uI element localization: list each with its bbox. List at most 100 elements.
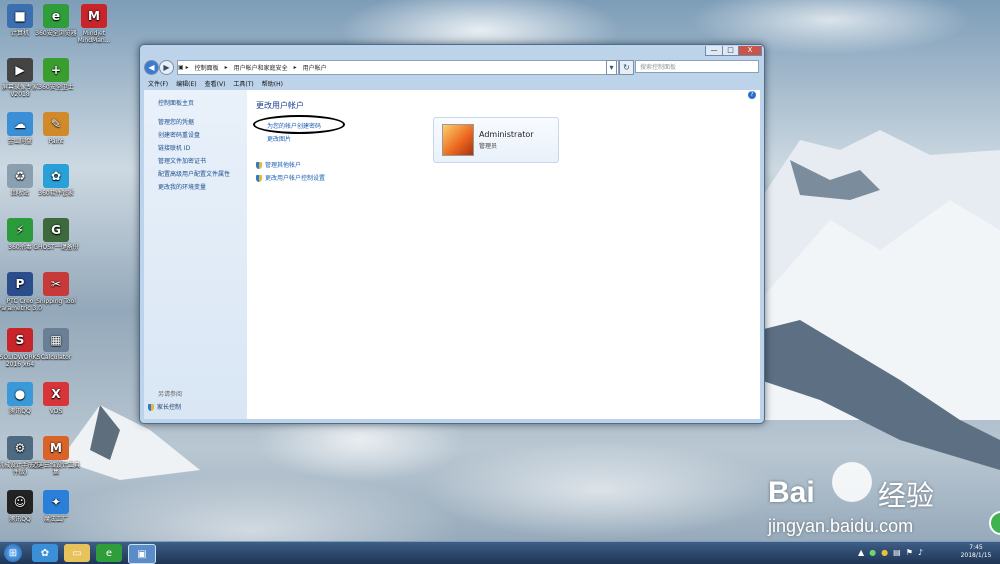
content-pane: 控制面板主页 管理您的凭据 创建密码重设盘 链接联机 ID 管理文件加密证书 配… (144, 90, 760, 419)
address-bar: ◀ ▶ ▣ ▸ 控制面板 ▸ 用户帐户和家庭安全 ▸ 用户帐户 ▾ ↻ 搜索控制面板 (144, 59, 760, 75)
watermark-url: jingyan.baidu.com (768, 516, 914, 536)
close-button[interactable]: X (738, 46, 762, 56)
app-icon: P (7, 272, 33, 296)
desktop-icon[interactable]: M 迈迪三维设计工具集 (32, 436, 80, 476)
app-icon: ✎ (43, 112, 69, 136)
desktop-icon[interactable]: ▦ Calculator (32, 328, 80, 361)
control-panel-taskbar-icon[interactable]: ▣ (128, 544, 156, 564)
desktop-icon-label: 360安全卫士 (38, 84, 74, 91)
menu-edit[interactable]: 编辑(E) (176, 79, 196, 88)
breadcrumb-user-accounts[interactable]: 用户帐户 (303, 63, 327, 72)
account-role: 管理员 (479, 143, 498, 150)
desktop-icon-label: Paint (48, 138, 64, 145)
desktop-icon-label: VDS (49, 408, 63, 415)
see-also-title: 另请参阅 (158, 391, 183, 398)
sidebar-item-profile[interactable]: 配置高级用户配置文件属性 (158, 169, 230, 178)
tray-icons: ▲ ● ● ▤ ⚑ ♪ (858, 548, 954, 558)
browser-icon[interactable]: e (96, 544, 122, 562)
minimize-button[interactable]: — (705, 46, 723, 56)
volume-icon[interactable]: ♪ (918, 548, 923, 558)
desktop-icon[interactable]: ✂ Snipping Tool (32, 272, 80, 305)
account-name: Administrator (479, 130, 534, 139)
desktop-icon-label: 迈迪三维设计工具集 (32, 462, 81, 476)
folder-icon[interactable]: ▭ (64, 544, 90, 562)
shield-icon (148, 404, 154, 411)
breadcrumb[interactable]: ▣ ▸ 控制面板 ▸ 用户帐户和家庭安全 ▸ 用户帐户 (177, 60, 619, 75)
watermark-jingyan: 经验 (878, 479, 935, 512)
app-icon: ⚙ (7, 436, 33, 460)
app-icon: ✿ (43, 164, 69, 188)
network-icon[interactable]: ▤ (893, 548, 901, 558)
desktop-icon[interactable]: M Mindjet MindMan... (70, 4, 118, 44)
app-icon: e (43, 4, 69, 28)
shield-icon (256, 162, 262, 169)
account-card: Administrator 管理员 (433, 117, 559, 163)
address-dropdown-button[interactable]: ▾ (606, 60, 617, 75)
menu-file[interactable]: 文件(F) (148, 79, 168, 88)
taskbar-app-icon[interactable]: ✿ (32, 544, 58, 562)
app-icon: S (7, 328, 33, 352)
back-button[interactable]: ◀ (144, 60, 159, 75)
sidebar-item-home[interactable]: 控制面板主页 (158, 98, 194, 107)
menu-view[interactable]: 查看(V) (205, 79, 226, 88)
app-icon: ☺ (7, 490, 33, 514)
desktop-icon[interactable]: ✎ Paint (32, 112, 80, 145)
flag-icon[interactable]: ⚑ (906, 548, 913, 558)
sidebar: 控制面板主页 管理您的凭据 创建密码重设盘 链接联机 ID 管理文件加密证书 配… (144, 90, 247, 419)
desktop-icon-label: GHOST一键备份 (33, 244, 79, 251)
desktop-icon[interactable]: ✿ 360软件管家 (32, 164, 80, 197)
app-icon: ▶ (7, 58, 33, 82)
parental-controls-link[interactable]: 家长控制 (148, 402, 181, 411)
manage-accounts-link[interactable]: 管理其他帐户 (256, 160, 301, 169)
refresh-button[interactable]: ↻ (619, 60, 634, 75)
app-icon: ■ (7, 4, 33, 28)
breadcrumb-user-family[interactable]: 用户帐户和家庭安全 (234, 63, 288, 72)
desktop-icon[interactable]: G GHOST一键备份 (32, 218, 80, 251)
sidebar-item-credentials[interactable]: 管理您的凭据 (158, 117, 194, 126)
forward-button[interactable]: ▶ (159, 60, 174, 75)
chevron-up-icon[interactable]: ▲ (858, 548, 864, 558)
sidebar-item-encryption[interactable]: 管理文件加密证书 (158, 156, 206, 165)
parental-controls-label: 家长控制 (157, 404, 182, 411)
app-icon: ● (7, 382, 33, 406)
taskbar: ⊞ ✿ ▭ e ▣ ▲ ● ● ▤ ⚑ ♪ 7:45 2018/1/15 (0, 541, 1000, 564)
sidebar-item-reset-disk[interactable]: 创建密码重设盘 (158, 130, 200, 139)
help-icon[interactable]: ? (748, 91, 756, 99)
app-icon: G (43, 218, 69, 242)
manage-accounts-label: 管理其他帐户 (265, 162, 302, 169)
security-icon[interactable]: ● (869, 548, 876, 558)
uac-settings-label: 更改用户帐户控制设置 (265, 175, 326, 182)
search-input[interactable]: 搜索控制面板 (635, 60, 759, 73)
breadcrumb-control-panel[interactable]: 控制面板 (195, 63, 219, 72)
desktop-icon-label: Calculator (40, 354, 72, 361)
highlight-ellipse (253, 115, 345, 134)
paw-logo (832, 462, 872, 502)
clock[interactable]: 7:45 2018/1/15 (957, 544, 995, 560)
shield-icon[interactable]: ● (881, 548, 888, 558)
app-icon: M (81, 4, 107, 28)
app-icon: + (43, 58, 69, 82)
start-button[interactable]: ⊞ (4, 544, 22, 562)
app-icon: ♻ (7, 164, 33, 188)
menu-tools[interactable]: 工具(T) (233, 79, 253, 88)
menu-help[interactable]: 帮助(H) (262, 79, 283, 88)
uac-settings-link[interactable]: 更改用户帐户控制设置 (256, 173, 325, 182)
desktop-icon-label: Snipping Tool (36, 298, 76, 305)
clock-date: 2018/1/15 (960, 552, 992, 559)
desktop-icon[interactable]: X VDS (32, 382, 80, 415)
app-icon: M (43, 436, 69, 460)
page-title: 更改用户帐户 (256, 101, 304, 110)
app-icon: ▦ (43, 328, 69, 352)
baidu-watermark: Bai 经验 jingyan.baidu.com (768, 462, 968, 538)
desktop-icon[interactable]: ✦ 魔法工厂 (32, 490, 80, 523)
sidebar-item-online-id[interactable]: 链接联机 ID (158, 143, 190, 152)
sidebar-item-env-vars[interactable]: 更改我的环境变量 (158, 182, 206, 191)
maximize-button[interactable]: □ (722, 46, 739, 56)
main-content: 更改用户帐户 ? 为您的帐户创建密码 更改图片 管理其他帐户 更改用户帐户控制设… (247, 90, 760, 419)
app-icon: ⚡ (7, 218, 33, 242)
clock-time: 7:45 (969, 544, 983, 551)
desktop-icon[interactable]: +360安全卫士 (32, 58, 80, 91)
change-picture-link[interactable]: 更改图片 (267, 134, 291, 143)
desktop-icon-label: Mindjet MindMan... (77, 30, 111, 44)
app-icon: ✂ (43, 272, 69, 296)
